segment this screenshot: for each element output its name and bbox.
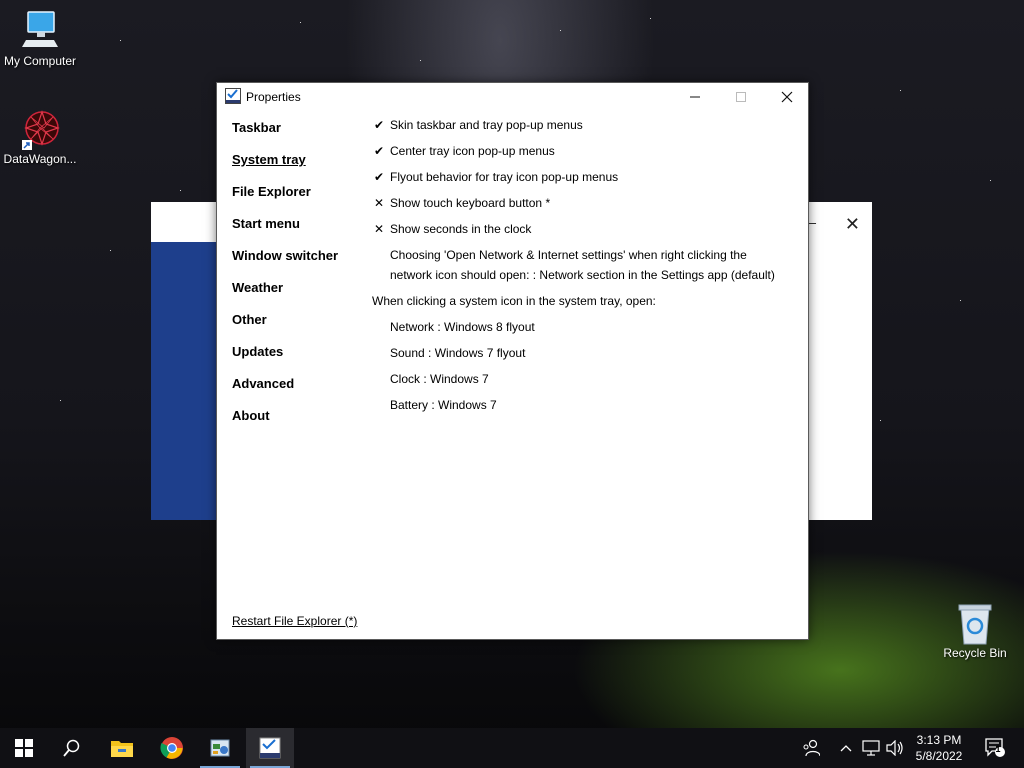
- cross-icon: ✕: [373, 196, 385, 210]
- system-icon-heading: When clicking a system icon in the syste…: [372, 294, 656, 308]
- chrome-icon: [160, 737, 183, 759]
- nav-item-taskbar[interactable]: Taskbar: [232, 120, 281, 135]
- cross-icon: ✕: [373, 222, 385, 236]
- nav-item-updates[interactable]: Updates: [232, 344, 283, 359]
- desktop-icon-label: DataWagon...: [3, 152, 77, 166]
- properties-app-icon: [259, 737, 281, 759]
- taskbar-chrome[interactable]: [148, 728, 196, 768]
- option-label-line1: Choosing 'Open Network & Internet settin…: [390, 248, 747, 262]
- background-minimize-icon[interactable]: –: [808, 214, 816, 230]
- close-icon: [781, 91, 793, 103]
- option-network-flyout[interactable]: Network : Windows 8 flyout: [390, 320, 535, 334]
- desktop-icon-label: Recycle Bin: [943, 646, 1007, 660]
- control-panel-icon: [210, 739, 230, 757]
- option-clock-flyout[interactable]: Clock : Windows 7: [390, 372, 489, 386]
- clock-date: 5/8/2022: [915, 749, 963, 763]
- datawagon-icon: [20, 108, 60, 150]
- windows-logo-icon: [15, 739, 33, 757]
- title-bar[interactable]: Properties: [217, 83, 808, 111]
- background-window-sidebar: [151, 242, 217, 520]
- chevron-up-icon[interactable]: [838, 738, 854, 758]
- close-button[interactable]: [764, 83, 810, 111]
- desktop-icon-label: My Computer: [3, 54, 77, 68]
- option-label: Show touch keyboard button *: [390, 196, 551, 210]
- desktop-icon-datawagon[interactable]: DataWagon...: [0, 108, 80, 166]
- taskbar: 3:13 PM 5/8/2022 1: [0, 728, 1024, 768]
- check-icon: ✔: [373, 144, 385, 158]
- maximize-button[interactable]: [718, 83, 764, 111]
- computer-icon: [20, 10, 60, 50]
- volume-icon[interactable]: [884, 738, 906, 758]
- app-icon: [225, 88, 241, 104]
- desktop-icon-recycle-bin[interactable]: Recycle Bin: [935, 602, 1015, 660]
- taskbar-control-panel[interactable]: [196, 728, 244, 768]
- nav-item-advanced[interactable]: Advanced: [232, 376, 294, 391]
- option-label: Flyout behavior for tray icon pop-up men…: [390, 170, 619, 184]
- nav-item-file-explorer[interactable]: File Explorer: [232, 184, 311, 199]
- option-sound-flyout[interactable]: Sound : Windows 7 flyout: [390, 346, 525, 360]
- nav-item-weather[interactable]: Weather: [232, 280, 283, 295]
- folder-icon: [111, 741, 133, 757]
- check-icon: ✔: [373, 118, 385, 132]
- restart-file-explorer-link[interactable]: Restart File Explorer (*): [232, 614, 357, 628]
- maximize-icon: [736, 92, 746, 102]
- option-label: Show seconds in the clock: [390, 222, 532, 236]
- clock-time: 3:13 PM: [916, 733, 962, 747]
- minimize-icon: [690, 96, 700, 98]
- minimize-button[interactable]: [672, 83, 718, 111]
- action-center-button[interactable]: 1: [980, 738, 1010, 758]
- network-icon[interactable]: [860, 738, 882, 758]
- nav-item-window-switcher[interactable]: Window switcher: [232, 248, 338, 263]
- window-title: Properties: [246, 90, 301, 104]
- notification-count: 1: [995, 744, 1001, 754]
- recycle-bin-icon: [955, 602, 995, 645]
- check-icon: ✔: [373, 170, 385, 184]
- nav-item-system-tray[interactable]: System tray: [232, 152, 306, 167]
- option-label: Center tray icon pop-up menus: [390, 144, 555, 158]
- clock[interactable]: 3:13 PM 5/8/2022: [907, 732, 971, 764]
- nav-item-start-menu[interactable]: Start menu: [232, 216, 300, 231]
- option-label: Skin taskbar and tray pop-up menus: [390, 118, 583, 132]
- properties-window: Properties Taskbar System tray File Expl…: [216, 82, 809, 640]
- option-battery-flyout[interactable]: Battery : Windows 7: [390, 398, 497, 412]
- taskbar-file-explorer[interactable]: [98, 728, 146, 768]
- start-button[interactable]: [0, 728, 48, 768]
- search-button[interactable]: [48, 728, 96, 768]
- desktop-icon-my-computer[interactable]: My Computer: [0, 10, 80, 68]
- taskbar-properties-app[interactable]: [246, 728, 294, 768]
- people-icon[interactable]: [800, 738, 822, 758]
- search-icon: [63, 739, 80, 757]
- option-label-line2: network icon should open: : Network sect…: [390, 268, 775, 282]
- nav-item-about[interactable]: About: [232, 408, 270, 423]
- nav-item-other[interactable]: Other: [232, 312, 267, 327]
- background-close-icon[interactable]: ✕: [845, 214, 860, 235]
